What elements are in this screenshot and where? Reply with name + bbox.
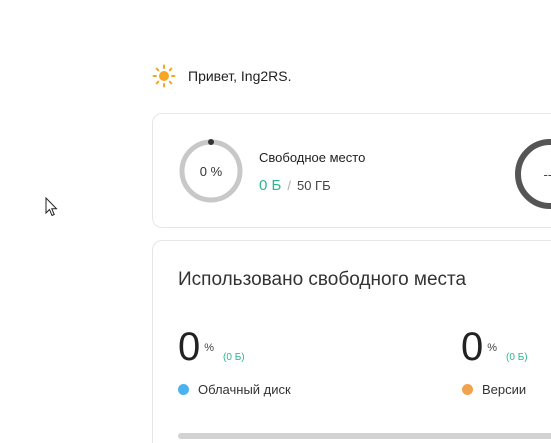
legend-cloud: Облачный диск — [178, 382, 291, 397]
sun-icon — [152, 64, 176, 88]
cloud-dot-icon — [178, 384, 189, 395]
greeting: Привет, Ing2RS. — [152, 64, 292, 88]
dashboard-page: Привет, Ing2RS. 0 % Свободное место 0 Б … — [0, 0, 551, 443]
versions-size: (0 Б) — [506, 352, 528, 363]
usage-card: Использовано свободного места 0 % (0 Б) … — [152, 240, 551, 443]
free-space-used: 0 Б — [259, 177, 282, 194]
secondary-ring-label: --- — [543, 166, 551, 182]
mouse-cursor-icon — [45, 197, 58, 217]
free-space-values: 0 Б / 50 ГБ — [259, 177, 331, 194]
usage-title: Использовано свободного места — [178, 269, 467, 290]
legend-versions: Версии — [462, 382, 526, 397]
free-space-total: 50 ГБ — [296, 178, 331, 193]
cloud-size: (0 Б) — [223, 352, 245, 363]
usage-bar — [178, 433, 551, 439]
versions-dot-icon — [462, 384, 473, 395]
legend-versions-label: Версии — [482, 382, 527, 397]
cloud-percent-unit: % — [204, 342, 215, 354]
versions-percent-unit: % — [487, 342, 498, 354]
greeting-text: Привет, Ing2RS. — [188, 68, 292, 84]
storage-card: 0 % Свободное место 0 Б / 50 ГБ --- — [152, 113, 551, 228]
cloud-percent-value: 0 — [178, 325, 201, 369]
versions-percent-value: 0 — [461, 325, 484, 369]
cloud-stat: 0 % (0 Б) — [178, 325, 245, 369]
free-space-percent: 0 % — [199, 163, 223, 179]
legend-cloud-label: Облачный диск — [198, 382, 291, 397]
free-space-separator: / — [287, 178, 291, 193]
free-space-title: Свободное место — [259, 150, 366, 165]
versions-stat: 0 % (0 Б) — [461, 325, 528, 369]
